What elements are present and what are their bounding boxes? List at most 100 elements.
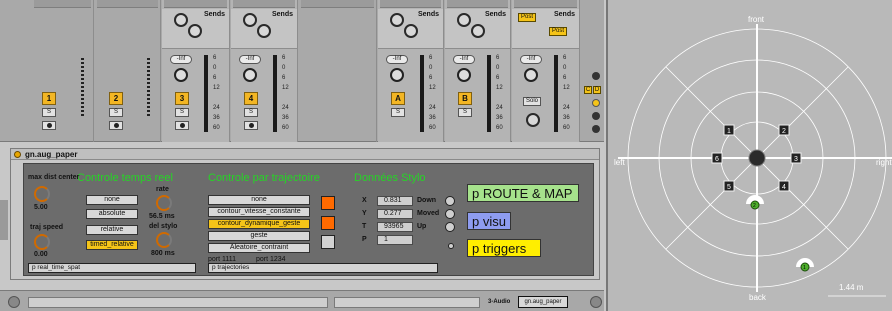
- device-power-icon[interactable]: [14, 151, 21, 158]
- level-meter: [273, 55, 277, 132]
- strip-topbar: [233, 0, 295, 8]
- solo-button-2[interactable]: S: [109, 108, 123, 117]
- c-button[interactable]: C: [584, 86, 592, 94]
- solo-button-a[interactable]: S: [391, 108, 405, 117]
- x-value[interactable]: 0.831: [377, 196, 413, 206]
- mode-none-button[interactable]: none: [86, 195, 138, 205]
- indicator-icon[interactable]: [592, 72, 600, 80]
- meter-dots: [81, 58, 84, 118]
- traj-aleatoire-button[interactable]: Aleatoire_contraint: [208, 243, 310, 253]
- traj-geste-button[interactable]: geste: [208, 231, 310, 241]
- max-dist-value: 5.00: [34, 204, 48, 211]
- indicator-icon[interactable]: [592, 112, 600, 120]
- pan-knob[interactable]: [457, 68, 471, 82]
- del-stylo-dial[interactable]: [156, 232, 172, 248]
- solo-button-b[interactable]: S: [458, 108, 472, 117]
- rate-dial[interactable]: [156, 195, 172, 211]
- small-toggle[interactable]: [448, 243, 454, 249]
- speaker-6-label: 6: [715, 156, 719, 163]
- pan-knob[interactable]: [524, 68, 538, 82]
- up-toggle[interactable]: [445, 222, 455, 232]
- post-button-2[interactable]: Post: [549, 27, 567, 36]
- spatial-canvas[interactable]: front back left right 1.44 m 1 2 3 4 5 6…: [608, 0, 892, 311]
- volume-readout[interactable]: -Inf: [170, 55, 192, 64]
- track-activator-3[interactable]: 3: [175, 92, 189, 105]
- send-a-knob[interactable]: [243, 13, 257, 27]
- speaker-5-label: 5: [727, 184, 731, 191]
- device-tab[interactable]: gn.aug_paper: [518, 296, 568, 308]
- arm-button-3[interactable]: [175, 121, 189, 130]
- trajectories-object[interactable]: p trajectories: [208, 263, 438, 273]
- send-a-knob[interactable]: [174, 13, 188, 27]
- pan-knob[interactable]: [243, 68, 257, 82]
- track-activator-4[interactable]: 4: [244, 92, 258, 105]
- traj-speed-dial[interactable]: [34, 234, 50, 250]
- track-activator-2[interactable]: 2: [109, 92, 123, 105]
- solo-button-4[interactable]: S: [244, 108, 258, 117]
- volume-readout[interactable]: -Inf: [453, 55, 475, 64]
- arrow-up-icon[interactable]: [590, 296, 602, 308]
- triggers-subpatch[interactable]: p triggers: [467, 239, 541, 257]
- mode-timed-relative-button[interactable]: timed_relative: [86, 240, 138, 250]
- return-activator-a[interactable]: A: [391, 92, 405, 105]
- indicator-icon[interactable]: [592, 99, 600, 107]
- solo-button-1[interactable]: S: [42, 108, 56, 117]
- master-strip: Sends Post Post -Inf 6 0 6 12 24 36 60 Solo: [512, 0, 580, 142]
- t-value[interactable]: 93965: [377, 222, 413, 232]
- del-stylo-value: 800 ms: [151, 250, 175, 257]
- speaker-3-label: 3: [794, 156, 798, 163]
- x-label: X: [362, 197, 367, 204]
- solo-button-master[interactable]: Solo: [523, 97, 541, 106]
- arm-button-1[interactable]: [42, 121, 56, 130]
- real-time-spat-object[interactable]: p real_time_spat: [28, 263, 196, 273]
- orange-toggle-1[interactable]: [321, 196, 335, 210]
- max-dist-dial[interactable]: [34, 186, 50, 202]
- t-label: T: [362, 223, 367, 230]
- send-b-knob[interactable]: [471, 24, 485, 38]
- return-activator-b[interactable]: B: [458, 92, 472, 105]
- send-a-knob[interactable]: [390, 13, 404, 27]
- mode-absolute-button[interactable]: absolute: [86, 209, 138, 219]
- status-field[interactable]: [28, 297, 328, 308]
- orange-toggle-2[interactable]: [321, 216, 335, 230]
- solo-button-3[interactable]: S: [175, 108, 189, 117]
- grey-toggle[interactable]: [321, 235, 335, 249]
- arrow-left-icon[interactable]: [8, 296, 20, 308]
- device-title: gn.aug_paper: [25, 150, 78, 159]
- send-b-knob[interactable]: [257, 24, 271, 38]
- listener-icon: [748, 149, 766, 167]
- y-value[interactable]: 0.277: [377, 209, 413, 219]
- d-button[interactable]: D: [593, 86, 601, 94]
- left-label: left: [614, 158, 625, 167]
- indicator-icon[interactable]: [592, 125, 600, 133]
- arm-button-2[interactable]: [109, 121, 123, 130]
- max-dist-label: max dist center: [28, 174, 80, 181]
- side-scroll-handle[interactable]: [0, 200, 8, 240]
- arm-button-4[interactable]: [244, 121, 258, 130]
- post-button-1[interactable]: Post: [518, 13, 536, 22]
- down-toggle[interactable]: [445, 196, 455, 206]
- send-b-knob[interactable]: [404, 24, 418, 38]
- volume-readout[interactable]: -Inf: [239, 55, 261, 64]
- traj-dynamique-button[interactable]: contour_dynamique_geste: [208, 219, 310, 229]
- volume-readout[interactable]: -Inf: [386, 55, 408, 64]
- cue-knob[interactable]: [526, 113, 540, 127]
- pan-knob[interactable]: [390, 68, 404, 82]
- volume-readout[interactable]: -Inf: [520, 55, 542, 64]
- send-b-knob[interactable]: [188, 24, 202, 38]
- spatial-view[interactable]: front back left right 1.44 m 1 2 3 4 5 6…: [606, 0, 892, 311]
- visu-subpatch[interactable]: p visu: [467, 212, 511, 230]
- track-activator-1[interactable]: 1: [42, 92, 56, 105]
- traj-vitesse-button[interactable]: contour_vitesse_constante: [208, 207, 310, 217]
- send-a-knob[interactable]: [457, 13, 471, 27]
- strip-topbar: [380, 0, 441, 8]
- pan-knob[interactable]: [174, 68, 188, 82]
- status-field-2[interactable]: [334, 297, 480, 308]
- traj-none-button[interactable]: none: [208, 195, 310, 205]
- moved-toggle[interactable]: [445, 209, 455, 219]
- p-value[interactable]: 1: [377, 235, 413, 245]
- track-strip-2: 2 S: [95, 0, 161, 142]
- mode-relative-button[interactable]: relative: [86, 225, 138, 235]
- level-meter: [420, 55, 424, 132]
- route-map-subpatch[interactable]: p ROUTE & MAP: [467, 184, 579, 202]
